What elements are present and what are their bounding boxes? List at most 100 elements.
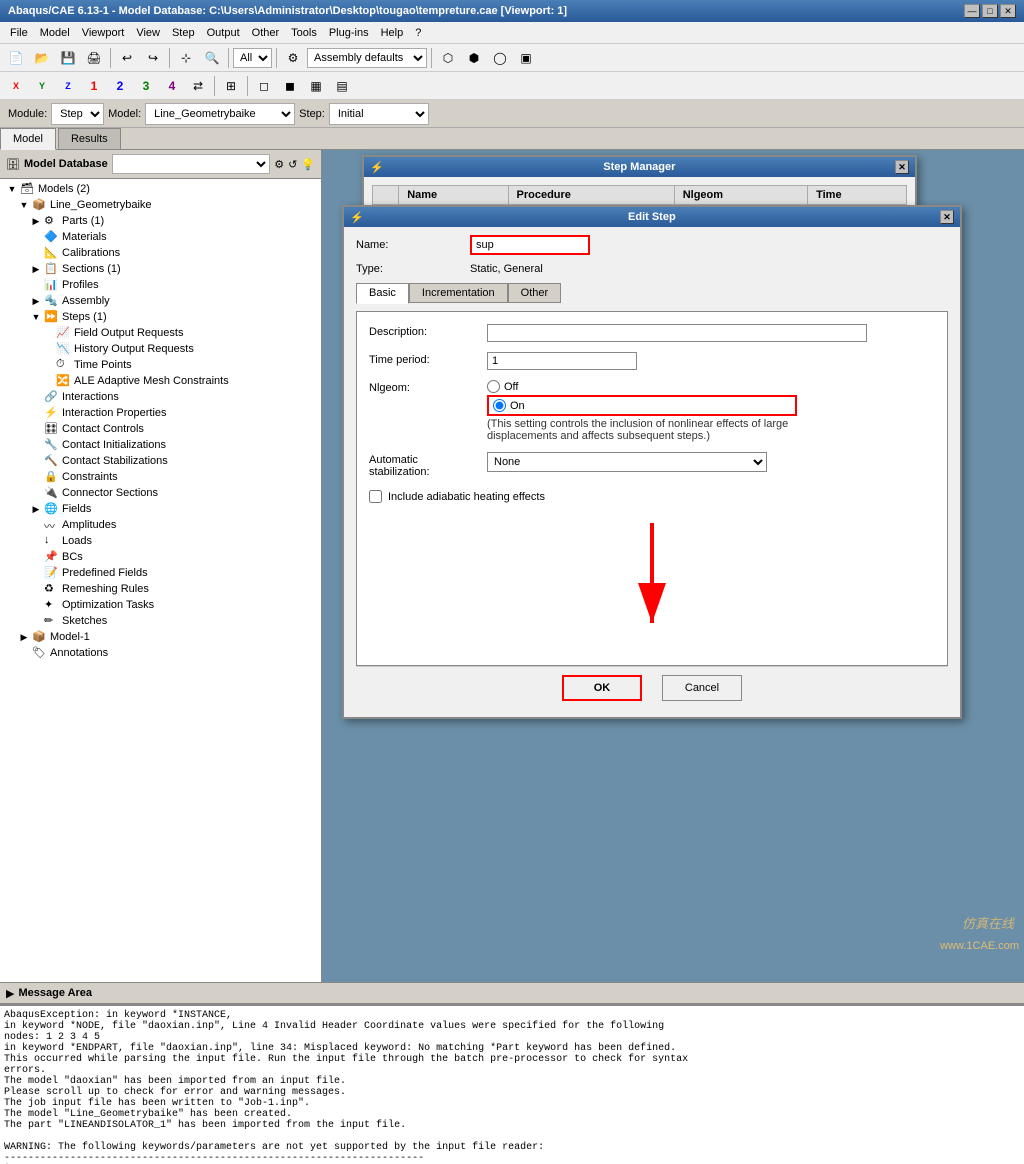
num3-btn[interactable]: 3 [134,75,158,97]
ok-button[interactable]: OK [562,675,642,701]
view3d-btn[interactable]: ⬡ [436,47,460,69]
tree-materials[interactable]: 🔷 Materials [2,229,319,245]
tree-parts[interactable]: ▶ ⚙ Parts (1) [2,213,319,229]
render-btn2[interactable]: ◼ [278,75,302,97]
close-button[interactable]: ✕ [1000,4,1016,18]
num4-btn[interactable]: 4 [160,75,184,97]
nlgeom-off-radio[interactable] [487,380,500,393]
nlgeom-on-radio[interactable] [493,399,506,412]
tree-contact-stab[interactable]: 🔨 Contact Stabilizations [2,453,319,469]
menu-model[interactable]: Model [34,25,76,41]
menu-tools[interactable]: Tools [285,25,323,41]
tree-optimization-tasks[interactable]: ✦ Optimization Tasks [2,597,319,613]
minimize-button[interactable]: — [964,4,980,18]
maximize-button[interactable]: □ [982,4,998,18]
assembly-defaults-dropdown[interactable]: Assembly defaults [307,48,427,68]
tab-model[interactable]: Model [0,128,56,150]
tree-line-geo[interactable]: ▼ 📦 Line_Geometrybaike [2,197,319,213]
connector-sec-icon: 🔌 [44,486,58,500]
select-btn[interactable]: ⊹ [174,47,198,69]
save-btn[interactable]: 💾 [56,47,80,69]
render-btn4[interactable]: ▤ [330,75,354,97]
menu-help[interactable]: Help [375,25,410,41]
auto-stab-dropdown[interactable]: None [487,452,767,472]
menu-plugins[interactable]: Plug-ins [323,25,375,41]
description-input[interactable] [487,324,867,342]
menu-step[interactable]: Step [166,25,201,41]
tree-profiles[interactable]: 📊 Profiles [2,277,319,293]
mesh-btn[interactable]: ⊞ [219,75,243,97]
zoom-btn[interactable]: 🔍 [200,47,224,69]
expand-icon-ip [30,408,42,418]
coord-btn3[interactable]: Z [56,75,80,97]
model-db-dropdown[interactable] [112,154,270,174]
step-manager-close[interactable]: ✕ [895,160,909,174]
tree-constraints[interactable]: 🔒 Constraints [2,469,319,485]
tree-predefined-fields[interactable]: 📝 Predefined Fields [2,565,319,581]
num2-btn[interactable]: 2 [108,75,132,97]
view-btn4[interactable]: ▣ [514,47,538,69]
bulb-icon[interactable]: 💡 [301,158,315,171]
tree-assembly[interactable]: ▶ 🔩 Assembly [2,293,319,309]
tree-time-points[interactable]: ⏱ Time Points [2,357,319,373]
tree-contact-controls[interactable]: 🎛 Contact Controls [2,421,319,437]
expand-icon-rr [30,584,42,594]
tab-incrementation[interactable]: Incrementation [409,283,508,303]
menu-output[interactable]: Output [201,25,246,41]
tree-fields[interactable]: ▶ 🌐 Fields [2,501,319,517]
tab-other[interactable]: Other [508,283,562,303]
menu-other[interactable]: Other [246,25,286,41]
menu-question[interactable]: ? [409,25,427,41]
tree-sections[interactable]: ▶ 📋 Sections (1) [2,261,319,277]
tree-models[interactable]: ▼ 🗃 Models (2) [2,181,319,197]
tree-amplitudes[interactable]: 〰 Amplitudes [2,517,319,533]
menu-file[interactable]: File [4,25,34,41]
undo-btn[interactable]: ↩ [115,47,139,69]
refresh-icon[interactable]: ↺ [288,158,297,171]
tree-loads[interactable]: ↓ Loads [2,533,319,549]
adiabatic-row: Include adiabatic heating effects [369,490,935,503]
all-dropdown[interactable]: All [233,48,272,68]
num1-btn[interactable]: 1 [82,75,106,97]
tree-interactions[interactable]: 🔗 Interactions [2,389,319,405]
trans-btn[interactable]: ⇄ [186,75,210,97]
open-btn[interactable]: 📂 [30,47,54,69]
menu-view[interactable]: View [130,25,166,41]
tree-bcs[interactable]: 📌 BCs [2,549,319,565]
tree-model1[interactable]: ▶ 📦 Model-1 [2,629,319,645]
render-btn[interactable]: ◻ [252,75,276,97]
adiabatic-checkbox[interactable] [369,490,382,503]
model-dropdown[interactable]: Line_Geometrybaike [145,103,295,125]
tree-history-output[interactable]: 📉 History Output Requests [2,341,319,357]
tab-basic[interactable]: Basic [356,283,409,304]
coord-btn2[interactable]: Y [30,75,54,97]
new-btn[interactable]: 📄 [4,47,28,69]
view-btn3[interactable]: ◯ [488,47,512,69]
assembly-btn[interactable]: ⚙ [281,47,305,69]
view-btn2[interactable]: ⬢ [462,47,486,69]
tree-contact-init[interactable]: 🔧 Contact Initializations [2,437,319,453]
tree-sketches[interactable]: ✏ Sketches [2,613,319,629]
module-dropdown[interactable]: Step [51,103,104,125]
print-btn[interactable]: 🖨 [82,47,106,69]
menu-viewport[interactable]: Viewport [76,25,131,41]
settings-icon[interactable]: ⚙ [274,158,284,171]
tree-connector-sections[interactable]: 🔌 Connector Sections [2,485,319,501]
coord-btn1[interactable]: X [4,75,28,97]
render-btn3[interactable]: ▦ [304,75,328,97]
tree-calibrations[interactable]: 📐 Calibrations [2,245,319,261]
tree-field-output[interactable]: 📈 Field Output Requests [2,325,319,341]
menu-bar: File Model Viewport View Step Output Oth… [0,22,1024,44]
redo-btn[interactable]: ↪ [141,47,165,69]
tree-steps[interactable]: ▼ ⏩ Steps (1) [2,309,319,325]
tab-results[interactable]: Results [58,128,121,149]
tree-ale-mesh[interactable]: 🔀 ALE Adaptive Mesh Constraints [2,373,319,389]
edit-step-close[interactable]: ✕ [940,210,954,224]
tree-annotations[interactable]: 🏷 Annotations [2,645,319,661]
tree-interaction-props[interactable]: ⚡ Interaction Properties [2,405,319,421]
name-input[interactable] [470,235,590,255]
time-period-input[interactable] [487,352,637,370]
tree-remeshing-rules[interactable]: ♻ Remeshing Rules [2,581,319,597]
cancel-button[interactable]: Cancel [662,675,742,701]
step-dropdown[interactable]: Initial [329,103,429,125]
